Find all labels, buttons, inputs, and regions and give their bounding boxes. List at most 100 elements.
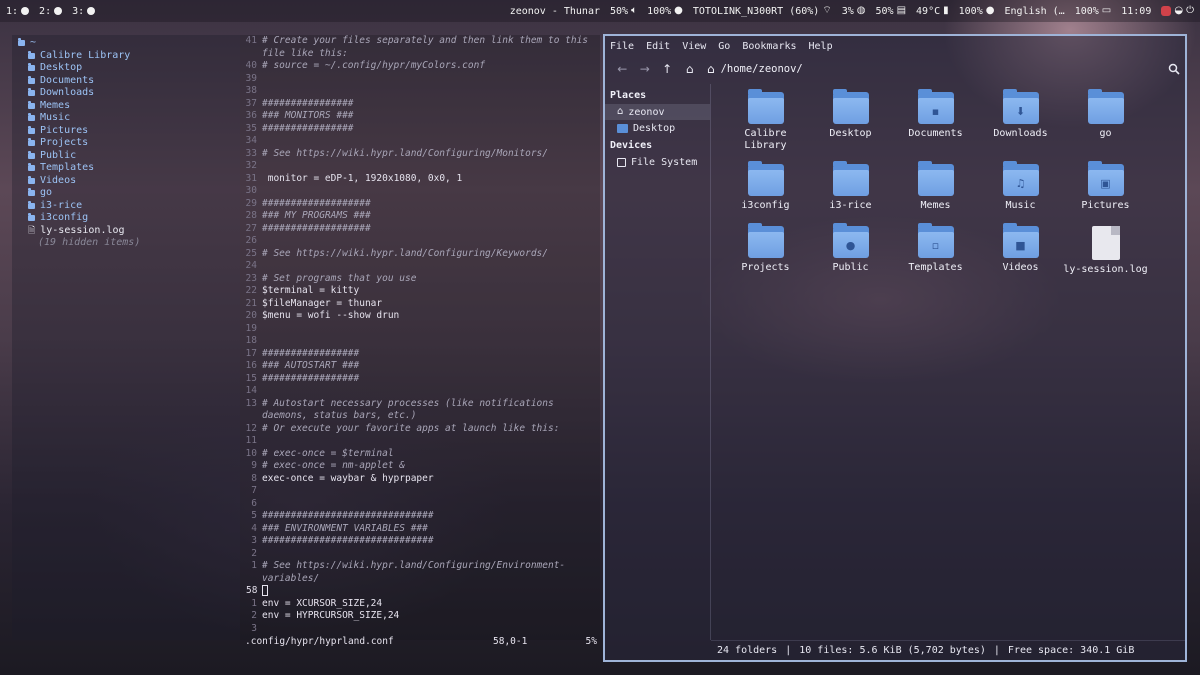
network-module[interactable]: TOTOLINK_N300RT (60%) ⌔ [693, 6, 832, 17]
code-line[interactable]: 30 [240, 185, 600, 198]
volume-module[interactable]: 50% 🔈︎ [610, 6, 637, 17]
code-line[interactable]: 24 [240, 260, 600, 273]
tree-item[interactable]: Downloads [18, 87, 240, 100]
tree-item[interactable]: Music [18, 112, 240, 125]
file-tile[interactable]: ▫ Templates [893, 223, 978, 274]
tree-item[interactable]: i3config [18, 212, 240, 225]
code-line[interactable]: 2 [240, 548, 600, 561]
file-tile[interactable]: ■ Videos [978, 223, 1063, 274]
code-line[interactable]: 22 $terminal = kitty [240, 285, 600, 298]
up-arrow-icon[interactable]: ↑ [656, 58, 678, 80]
tray-app-icon[interactable] [1161, 6, 1172, 16]
code-line[interactable]: 35 ################ [240, 123, 600, 136]
tree-item[interactable]: Calibre Library [18, 50, 240, 63]
code-line[interactable]: 10 # exec-once = $terminal [240, 448, 600, 461]
code-line[interactable]: 31 monitor = eDP-1, 1920x1080, 0x0, 1 [240, 173, 600, 186]
tree-item[interactable]: Projects [18, 137, 240, 150]
code-line[interactable]: 8 exec-once = waybar & hyprpaper [240, 473, 600, 486]
code-line[interactable]: 28 ### MY PROGRAMS ### [240, 210, 600, 223]
menu-edit[interactable]: Edit [646, 41, 670, 52]
code-line[interactable]: 3 ############################## [240, 535, 600, 548]
tree-item[interactable]: 🗎︎ ly-session.log [18, 225, 240, 238]
code-line[interactable]: 27 ################### [240, 223, 600, 236]
tree-item[interactable]: Templates [18, 162, 240, 175]
location-bar[interactable]: ⌂ /home/zeonov/ [707, 58, 1159, 80]
discord-icon[interactable]: ◒ [1174, 6, 1183, 16]
menu-help[interactable]: Help [809, 41, 833, 52]
code-line[interactable]: 25 # See https://wiki.hypr.land/Configuri… [240, 248, 600, 261]
code-line[interactable]: 13 # Autostart necessary processes (like … [240, 398, 600, 423]
code-line[interactable]: 38 [240, 85, 600, 98]
code-line[interactable]: 39 [240, 73, 600, 86]
brightness-module[interactable]: 100% ▭ [1075, 6, 1112, 17]
menu-file[interactable]: File [610, 41, 634, 52]
code-line[interactable]: 14 [240, 385, 600, 398]
menu-view[interactable]: View [682, 41, 706, 52]
code-line[interactable]: 21 $fileManager = thunar [240, 298, 600, 311]
file-tile[interactable]: i3-rice [808, 161, 893, 212]
code-line[interactable]: 15 ################# [240, 373, 600, 386]
code-line[interactable]: 11 [240, 435, 600, 448]
code-line[interactable]: 3 [240, 623, 600, 636]
file-tile[interactable]: ♫ Music [978, 161, 1063, 212]
code-line[interactable]: 29 ################### [240, 198, 600, 211]
code-line[interactable]: 23 # Set programs that you use [240, 273, 600, 286]
code-line[interactable]: 2 env = HYPRCURSOR_SIZE,24 [240, 610, 600, 623]
file-tile[interactable]: Calibre Library [723, 89, 808, 152]
tree-item[interactable]: Pictures [18, 125, 240, 138]
menu-go[interactable]: Go [718, 41, 730, 52]
code-line[interactable]: 26 [240, 235, 600, 248]
code-line[interactable]: 20 $menu = wofi --show drun [240, 310, 600, 323]
code-line[interactable]: 37 ################ [240, 98, 600, 111]
file-tile[interactable]: ● Public [808, 223, 893, 274]
code-line[interactable]: 36 ### MONITORS ### [240, 110, 600, 123]
back-arrow-icon[interactable]: ← [611, 58, 633, 80]
tree-item[interactable]: Desktop [18, 62, 240, 75]
code-line[interactable]: 6 [240, 498, 600, 511]
code-editor[interactable]: 41 # Create your files separately and the… [240, 35, 600, 640]
file-tile[interactable]: Desktop [808, 89, 893, 140]
battery-module[interactable]: 100% ● [959, 6, 995, 17]
code-line[interactable]: 1 # See https://wiki.hypr.land/Configurin… [240, 560, 600, 585]
file-tile[interactable]: i3config [723, 161, 808, 212]
keyboard-layout[interactable]: English (… [1004, 6, 1064, 17]
tree-item[interactable]: go [18, 187, 240, 200]
code-line[interactable]: 16 ### AUTOSTART ### [240, 360, 600, 373]
side-item-desktop[interactable]: Desktop [605, 120, 710, 136]
code-line[interactable]: 1 env = XCURSOR_SIZE,24 [240, 598, 600, 611]
code-line[interactable]: 18 [240, 335, 600, 348]
tree-item[interactable]: i3-rice [18, 200, 240, 213]
code-line[interactable]: 40 # source = ~/.config/hypr/myColors.con… [240, 60, 600, 73]
code-line[interactable]: 19 [240, 323, 600, 336]
file-tile[interactable]: ▪ Documents [893, 89, 978, 140]
file-tile[interactable]: Projects [723, 223, 808, 274]
code-line[interactable]: 32 [240, 160, 600, 173]
tree-root[interactable]: ~ [18, 37, 240, 50]
code-line[interactable]: 33 # See https://wiki.hypr.land/Configuri… [240, 148, 600, 161]
cpu-module[interactable]: 3% ◍ [842, 6, 866, 17]
code-line[interactable]: 7 [240, 485, 600, 498]
code-line[interactable]: 17 ################# [240, 348, 600, 361]
menu-bookmarks[interactable]: Bookmarks [742, 41, 796, 52]
clock[interactable]: 11:09 [1121, 6, 1151, 17]
file-tile[interactable]: ⬇ Downloads [978, 89, 1063, 140]
code-line[interactable]: 58 [240, 585, 600, 598]
side-item-filesystem[interactable]: File System [605, 154, 710, 170]
home-icon[interactable]: ⌂ [678, 58, 700, 80]
code-line[interactable]: 12 # Or execute your favorite apps at lau… [240, 423, 600, 436]
file-tile[interactable]: ▣ Pictures [1063, 161, 1148, 212]
memory-module[interactable]: 50% ▤ [876, 6, 907, 17]
side-item-home[interactable]: ⌂ zeonov [605, 104, 710, 120]
temperature-module[interactable]: 49°C ▮ [916, 6, 949, 17]
file-tile[interactable]: go [1063, 89, 1148, 140]
workspace-3[interactable]: 3: [72, 6, 96, 17]
tree-item[interactable]: Memes [18, 100, 240, 113]
file-tile[interactable]: Memes [893, 161, 978, 212]
code-line[interactable]: 41 # Create your files separately and the… [240, 35, 600, 60]
tree-item[interactable]: Documents [18, 75, 240, 88]
tree-item[interactable]: Public [18, 150, 240, 163]
code-line[interactable]: 5 ############################## [240, 510, 600, 523]
workspace-1[interactable]: 1: [6, 6, 30, 17]
mic-module[interactable]: 100% ● [647, 6, 683, 17]
code-line[interactable]: 34 [240, 135, 600, 148]
